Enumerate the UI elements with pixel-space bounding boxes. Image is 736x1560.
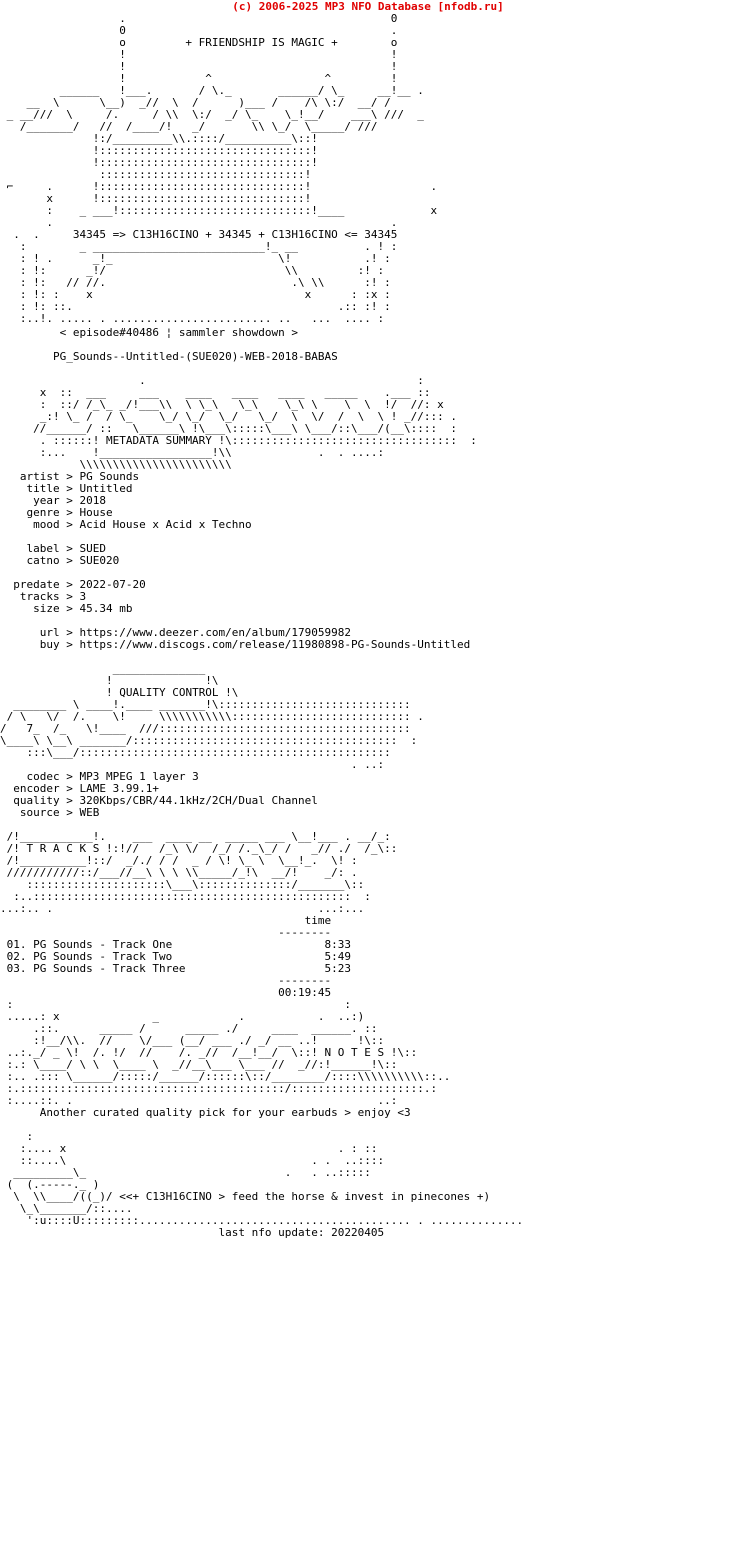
mood-value: Acid House x Acid x Techno [79,518,252,531]
track-number: 03. [6,962,27,975]
release-name: PG_Sounds--Untitled-(SUE020)-WEB-2018-BA… [52,350,338,363]
metadata-summary-label: METADATA SUMMARY [105,434,212,447]
quality-banner-art: ______________ ! !\ ! QUALITY CONTROL !\… [0,662,424,771]
nfo-document: (c) 2006-2025 MP3 NFO Database [nfodb.ru… [0,0,736,1560]
predate-value: 2022-07-20 [79,578,146,591]
buy-value[interactable]: https://www.discogs.com/release/11980898… [79,638,470,651]
footer-art: : :.... x . : :: ::....\ . . ..:::: ____… [6,1130,524,1227]
size-value: 45.34 mb [79,602,133,615]
episode-line-wrap: < episode#40486 ¦ sammler showdown > [0,327,736,351]
tracklist: time -------- 01. PG Sounds - Track One … [0,915,736,999]
tracks-banner-art: /!___________!. ___ ____ __ _____ ___ \_… [0,830,398,915]
source-value: WEB [79,806,100,819]
release-name-wrap: PG_Sounds--Untitled-(SUE020)-WEB-2018-BA… [0,351,736,375]
track-title: PG Sounds - Track Three [33,962,186,975]
quality-value: 320Kbps/CBR/44.1kHz/2CH/Dual Channel [79,794,318,807]
catno-value: SUE020 [79,554,120,567]
metadata-fields: artist > PG Sounds title > Untitled year… [0,471,736,663]
metadata-banner-art: . : x :: ___ ___ ____ ____ ____ _____ ._… [33,374,477,471]
notes-banner-art: : : .....: x _ . . ..:) .::. _____ / ___… [6,998,451,1107]
metadata-row: catno > SUE020 [0,554,120,567]
quality-row: source > WEB [0,806,100,819]
notes-label: N O T E S [324,1046,385,1059]
notes-text-wrap: Another curated quality pick for your ea… [0,1107,736,1131]
metadata-row: mood > Acid House x Acid x Techno [0,518,252,531]
footer-slogan: <<+ C13H16CINO > feed the horse & invest… [119,1190,491,1203]
last-update: last nfo update: 20220405 [218,1226,385,1239]
tracks-label: T R A C K S [26,842,100,855]
metadata-row: size > 45.34 mb [0,602,133,615]
episode-line: < episode#40486 ¦ sammler showdown > [59,326,299,339]
last-update-wrap: last nfo update: 20220405 [0,1227,736,1239]
notes-text: Another curated quality pick for your ea… [39,1106,411,1119]
equation-line: 34345 => C13H16CINO + 34345 + C13H16CINO… [72,228,398,241]
metadata-row: buy > https://www.discogs.com/release/11… [0,638,471,651]
quality-fields: codec > MP3 MPEG 1 layer 3 encoder > LAM… [0,771,736,831]
quality-control-label: QUALITY CONTROL [119,686,219,699]
header-ascii-art: . 0 0 . o + FRIENDSHIP IS MAGIC + o ! ! … [6,12,438,325]
